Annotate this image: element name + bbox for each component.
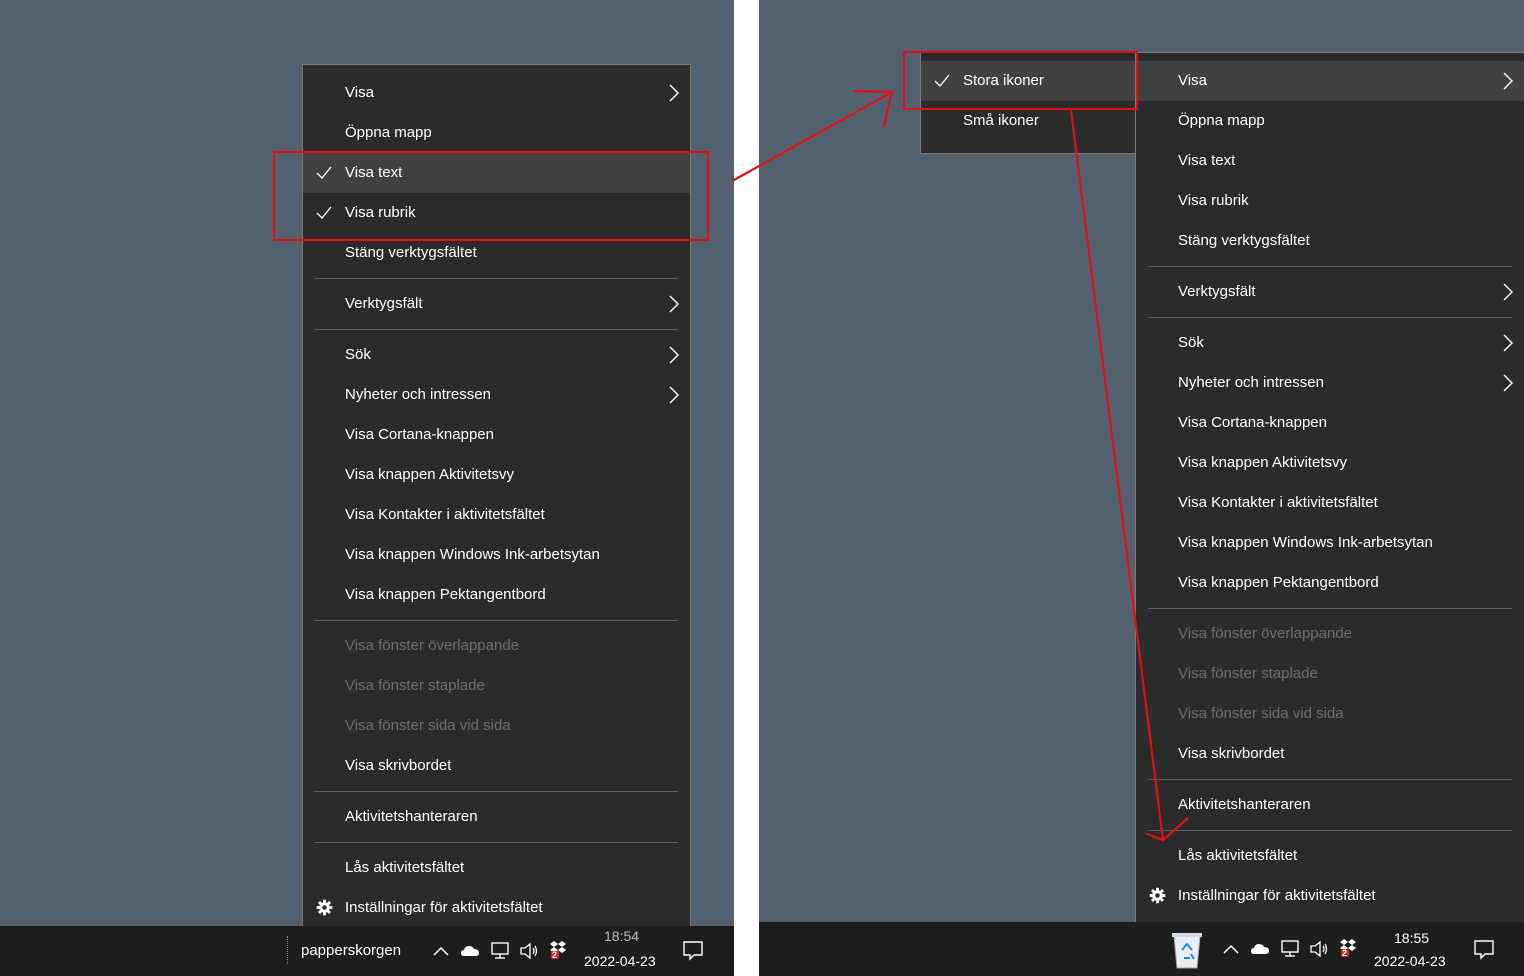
annotation-arrows <box>732 89 1190 842</box>
arrow-to-lock-item-head <box>1145 816 1190 842</box>
arrow-to-submenu <box>732 90 894 182</box>
arrow-to-lock-item <box>1069 108 1165 842</box>
